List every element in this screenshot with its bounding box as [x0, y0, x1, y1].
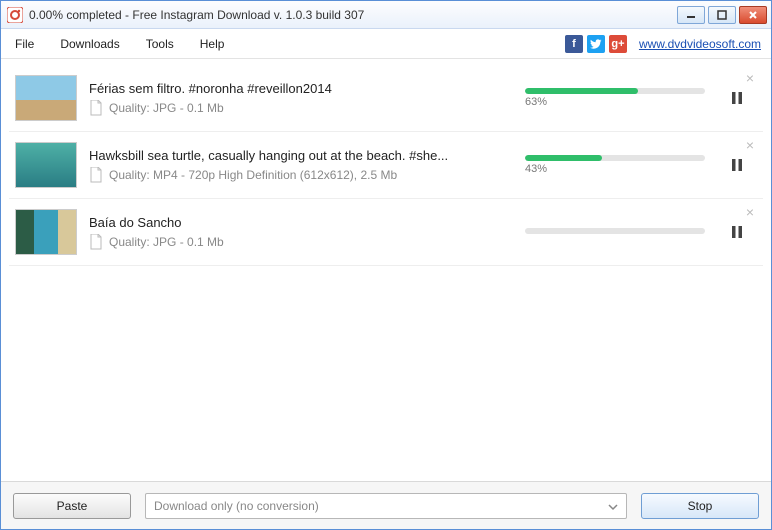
quality-text: Quality: JPG - 0.1 Mb [109, 101, 224, 115]
pause-button[interactable] [725, 220, 749, 244]
download-item: Hawksbill sea turtle, casually hanging o… [9, 132, 763, 199]
window-title: 0.00% completed - Free Instagram Downloa… [29, 8, 677, 22]
download-info: Férias sem filtro. #noronha #reveillon20… [89, 81, 505, 116]
download-title: Baía do Sancho [89, 215, 505, 230]
menu-tools[interactable]: Tools [142, 35, 178, 53]
remove-item-button[interactable]: × [743, 205, 757, 219]
stop-button[interactable]: Stop [641, 493, 759, 519]
menu-downloads[interactable]: Downloads [56, 35, 123, 53]
window-controls [677, 6, 767, 24]
download-info: Hawksbill sea turtle, casually hanging o… [89, 148, 505, 183]
download-info: Baía do Sancho Quality: JPG - 0.1 Mb [89, 215, 505, 250]
thumbnail [15, 142, 77, 188]
remove-item-button[interactable]: × [743, 71, 757, 85]
progress-bar [525, 228, 705, 234]
bottombar: Paste Download only (no conversion) Stop [1, 481, 771, 529]
dropdown-value: Download only (no conversion) [154, 499, 319, 513]
quality-row: Quality: MP4 - 720p High Definition (612… [89, 167, 505, 183]
menu-items: File Downloads Tools Help [11, 35, 228, 53]
file-icon [89, 234, 103, 250]
menubar: File Downloads Tools Help f g+ www.dvdvi… [1, 29, 771, 59]
titlebar: 0.00% completed - Free Instagram Downloa… [1, 1, 771, 29]
progress: 43% [525, 155, 705, 175]
progress-bar [525, 88, 705, 94]
pause-button[interactable] [725, 153, 749, 177]
download-list: Férias sem filtro. #noronha #reveillon20… [1, 59, 771, 481]
menu-file[interactable]: File [11, 35, 38, 53]
menu-help[interactable]: Help [196, 35, 229, 53]
quality-row: Quality: JPG - 0.1 Mb [89, 234, 505, 250]
close-button[interactable] [739, 6, 767, 24]
progress-percent: 43% [525, 163, 705, 175]
chevron-down-icon [608, 501, 618, 511]
quality-text: Quality: JPG - 0.1 Mb [109, 235, 224, 249]
file-icon [89, 167, 103, 183]
pause-button[interactable] [725, 86, 749, 110]
paste-button[interactable]: Paste [13, 493, 131, 519]
remove-item-button[interactable]: × [743, 138, 757, 152]
progress: 63% [525, 88, 705, 108]
twitter-icon[interactable] [587, 35, 605, 53]
progress [525, 228, 705, 236]
app-window: 0.00% completed - Free Instagram Downloa… [0, 0, 772, 530]
download-item: Férias sem filtro. #noronha #reveillon20… [9, 65, 763, 132]
facebook-icon[interactable]: f [565, 35, 583, 53]
thumbnail [15, 75, 77, 121]
minimize-button[interactable] [677, 6, 705, 24]
website-link[interactable]: www.dvdvideosoft.com [639, 37, 761, 51]
download-title: Férias sem filtro. #noronha #reveillon20… [89, 81, 505, 96]
maximize-button[interactable] [708, 6, 736, 24]
progress-bar [525, 155, 705, 161]
app-icon [7, 7, 23, 23]
googleplus-icon[interactable]: g+ [609, 35, 627, 53]
quality-text: Quality: MP4 - 720p High Definition (612… [109, 168, 397, 182]
file-icon [89, 100, 103, 116]
social-links: f g+ [565, 35, 627, 53]
conversion-dropdown[interactable]: Download only (no conversion) [145, 493, 627, 519]
download-item: Baía do Sancho Quality: JPG - 0.1 Mb × [9, 199, 763, 266]
thumbnail [15, 209, 77, 255]
quality-row: Quality: JPG - 0.1 Mb [89, 100, 505, 116]
download-title: Hawksbill sea turtle, casually hanging o… [89, 148, 505, 163]
progress-percent: 63% [525, 96, 705, 108]
